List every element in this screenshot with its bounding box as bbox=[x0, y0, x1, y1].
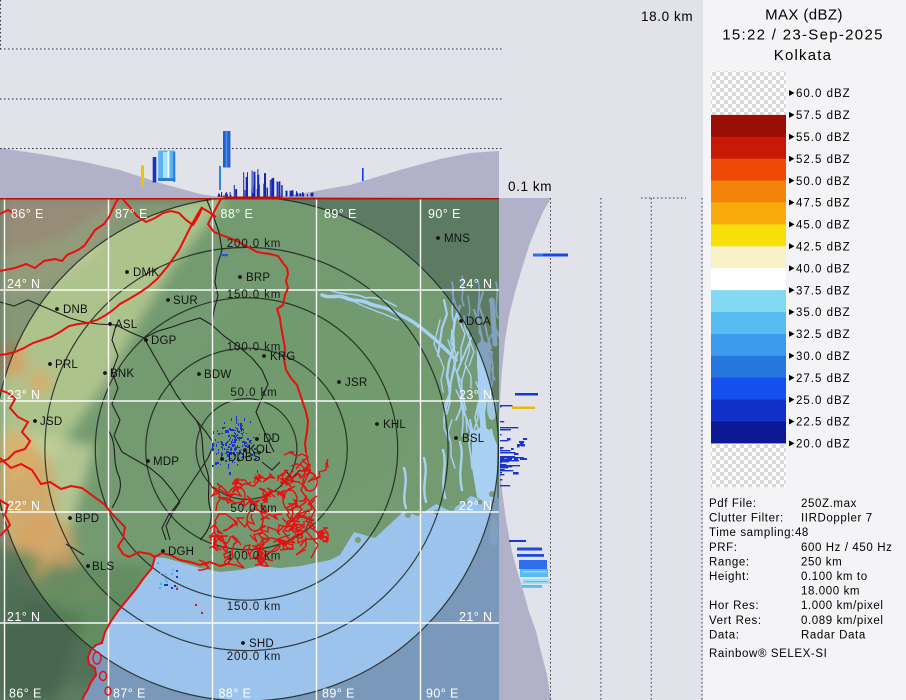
svg-text:20.0 dBZ: 20.0 dBZ bbox=[796, 439, 851, 451]
svg-text:Radar Data: Radar Data bbox=[801, 629, 866, 641]
svg-text:86° E: 86° E bbox=[11, 207, 44, 221]
svg-text:22.5 dBZ: 22.5 dBZ bbox=[796, 417, 851, 429]
svg-text:45.0 dBZ: 45.0 dBZ bbox=[796, 220, 851, 232]
svg-text:150.0 km: 150.0 km bbox=[227, 601, 282, 613]
svg-text:23° N: 23° N bbox=[459, 388, 492, 402]
svg-text:25.0 dBZ: 25.0 dBZ bbox=[796, 395, 851, 407]
svg-text:15:22 / 23-Sep-2025: 15:22 / 23-Sep-2025 bbox=[722, 27, 883, 44]
svg-text:18.000 km: 18.000 km bbox=[801, 586, 860, 598]
svg-text:JSR: JSR bbox=[345, 377, 367, 389]
svg-text:89° E: 89° E bbox=[322, 687, 355, 700]
svg-text:Hor Res:: Hor Res: bbox=[709, 600, 759, 612]
svg-text:1.000 km/pixel: 1.000 km/pixel bbox=[801, 600, 884, 612]
svg-text:55.0 dBZ: 55.0 dBZ bbox=[796, 132, 851, 144]
svg-text:KRG: KRG bbox=[270, 351, 296, 363]
svg-text:Height:: Height: bbox=[709, 571, 750, 583]
svg-text:42.5 dBZ: 42.5 dBZ bbox=[796, 242, 851, 254]
svg-text:BNK: BNK bbox=[110, 368, 134, 380]
svg-text:22° N: 22° N bbox=[459, 499, 492, 513]
svg-text:PRL: PRL bbox=[55, 359, 78, 371]
svg-text:57.5 dBZ: 57.5 dBZ bbox=[796, 110, 851, 122]
svg-text:DCA: DCA bbox=[466, 316, 491, 328]
svg-text:50.0 km: 50.0 km bbox=[230, 503, 277, 515]
svg-text:90° E: 90° E bbox=[428, 207, 461, 221]
svg-text:21° N: 21° N bbox=[459, 610, 492, 624]
svg-text:MAX (dBZ): MAX (dBZ) bbox=[765, 7, 843, 24]
svg-text:BPD: BPD bbox=[75, 513, 99, 525]
svg-text:200.0 km: 200.0 km bbox=[227, 651, 282, 663]
svg-text:22° N: 22° N bbox=[7, 499, 40, 513]
svg-text:87° E: 87° E bbox=[115, 207, 148, 221]
svg-text:150.0 km: 150.0 km bbox=[227, 289, 282, 301]
svg-text:MNS: MNS bbox=[444, 233, 470, 245]
svg-text:DMK: DMK bbox=[133, 267, 159, 279]
svg-text:Rainbow® SELEX-SI: Rainbow® SELEX-SI bbox=[709, 648, 827, 660]
svg-text:89° E: 89° E bbox=[324, 207, 357, 221]
svg-text:87° E: 87° E bbox=[113, 687, 146, 700]
svg-text:52.5 dBZ: 52.5 dBZ bbox=[796, 154, 851, 166]
svg-text:27.5 dBZ: 27.5 dBZ bbox=[796, 373, 851, 385]
svg-text:40.0 dBZ: 40.0 dBZ bbox=[796, 263, 851, 275]
svg-text:250 km: 250 km bbox=[801, 556, 842, 568]
svg-text:DNB: DNB bbox=[63, 304, 88, 316]
svg-text:ASL: ASL bbox=[115, 319, 138, 331]
svg-text:SUR: SUR bbox=[173, 295, 198, 307]
svg-text:BSL: BSL bbox=[462, 433, 485, 445]
svg-text:21° N: 21° N bbox=[7, 610, 40, 624]
svg-text:35.0 dBZ: 35.0 dBZ bbox=[796, 307, 851, 319]
svg-text:JSD: JSD bbox=[40, 416, 62, 428]
svg-text:200.0 km: 200.0 km bbox=[227, 238, 282, 250]
svg-text:Range:: Range: bbox=[709, 556, 750, 568]
svg-text:47.5 dBZ: 47.5 dBZ bbox=[796, 198, 851, 210]
svg-text:Kolkata: Kolkata bbox=[774, 47, 832, 64]
svg-text:24° N: 24° N bbox=[459, 277, 492, 291]
svg-text:BDW: BDW bbox=[204, 369, 231, 381]
svg-text:600 Hz / 450 Hz: 600 Hz / 450 Hz bbox=[801, 542, 892, 554]
svg-text:PRF:: PRF: bbox=[709, 542, 738, 554]
svg-text:Time sampling:48: Time sampling:48 bbox=[709, 527, 809, 539]
svg-text:MDP: MDP bbox=[153, 456, 179, 468]
svg-text:60.0 dBZ: 60.0 dBZ bbox=[796, 88, 851, 100]
svg-text:0.100 km to: 0.100 km to bbox=[801, 571, 868, 583]
svg-text:18.0 km: 18.0 km bbox=[641, 9, 693, 24]
svg-text:BLS: BLS bbox=[92, 561, 114, 573]
svg-text:32.5 dBZ: 32.5 dBZ bbox=[796, 329, 851, 341]
svg-text:DDBS: DDBS bbox=[228, 452, 261, 464]
svg-text:Pdf File:: Pdf File: bbox=[709, 498, 757, 510]
svg-text:250Z.max: 250Z.max bbox=[801, 498, 857, 510]
svg-text:50.0 dBZ: 50.0 dBZ bbox=[796, 176, 851, 188]
svg-text:50.0 km: 50.0 km bbox=[230, 387, 277, 399]
svg-text:23° N: 23° N bbox=[7, 388, 40, 402]
svg-text:SHD: SHD bbox=[249, 638, 274, 650]
svg-text:88° E: 88° E bbox=[219, 687, 252, 700]
svg-text:Clutter Filter:: Clutter Filter: bbox=[709, 513, 784, 525]
svg-text:0.1 km: 0.1 km bbox=[508, 179, 552, 194]
svg-text:88° E: 88° E bbox=[221, 207, 254, 221]
svg-text:37.5 dBZ: 37.5 dBZ bbox=[796, 285, 851, 297]
svg-text:90° E: 90° E bbox=[426, 687, 459, 700]
svg-text:30.0 dBZ: 30.0 dBZ bbox=[796, 351, 851, 363]
svg-text:0.089 km/pixel: 0.089 km/pixel bbox=[801, 615, 884, 627]
svg-text:24° N: 24° N bbox=[7, 277, 40, 291]
svg-text:86° E: 86° E bbox=[9, 687, 42, 700]
svg-text:IIRDoppler 7: IIRDoppler 7 bbox=[801, 513, 873, 525]
svg-text:100.0 km: 100.0 km bbox=[227, 551, 282, 563]
svg-text:KHL: KHL bbox=[383, 419, 406, 431]
svg-text:Data:: Data: bbox=[709, 629, 740, 641]
svg-text:DGP: DGP bbox=[151, 335, 177, 347]
svg-text:BRP: BRP bbox=[246, 272, 270, 284]
svg-text:DGH: DGH bbox=[168, 546, 194, 558]
svg-text:Vert Res:: Vert Res: bbox=[709, 615, 762, 627]
